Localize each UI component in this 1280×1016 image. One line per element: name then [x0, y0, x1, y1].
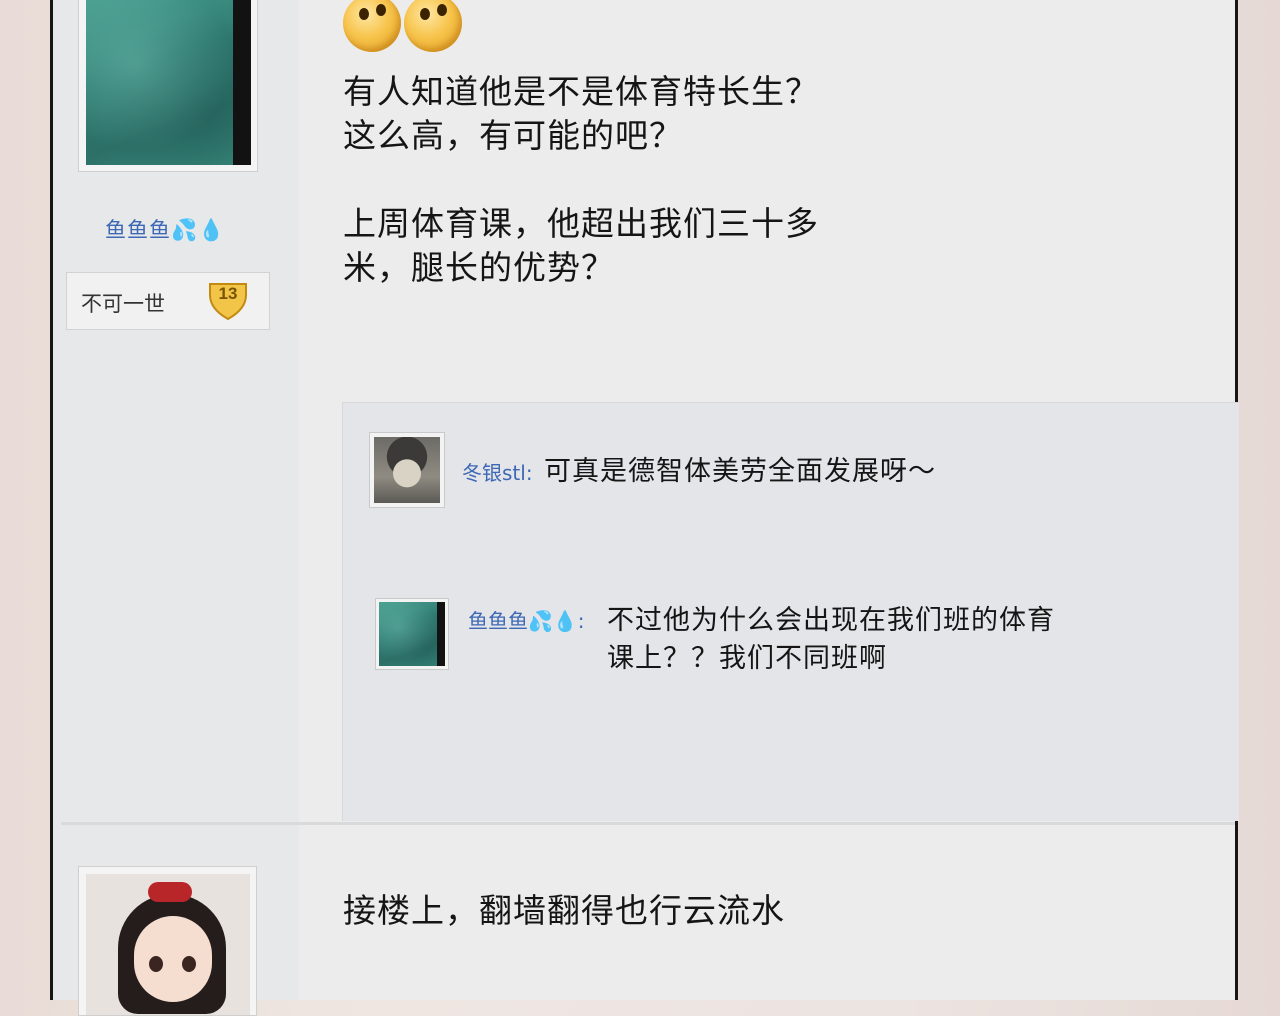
husky-avatar-image [374, 437, 440, 503]
comment-author[interactable]: 冬银stl: [462, 457, 533, 486]
author-avatar[interactable] [78, 866, 257, 1016]
author-username[interactable]: 鱼鱼鱼💦💧 [105, 214, 225, 244]
post-divider [61, 822, 1235, 825]
commenter-avatar[interactable] [369, 432, 445, 508]
snow-white-avatar-image [86, 874, 250, 1015]
comment-panel: 冬银stl: 可真是德智体美劳全面发展呀～ 鱼鱼鱼💦💧: 不过他为什么会出现在我… [342, 402, 1239, 821]
comment-text: 不过他为什么会出现在我们班的体育 课上？？我们不同班啊 [607, 605, 1055, 674]
comment-text: 可真是德智体美劳全面发展呀～ [544, 456, 936, 487]
avatar-image [379, 602, 445, 666]
level-number: 13 [218, 284, 238, 303]
author-rank-badge: 不可一世 13 [66, 272, 270, 330]
comment-author[interactable]: 鱼鱼鱼💦💧: [468, 605, 585, 634]
author-avatar[interactable] [78, 0, 258, 172]
rank-title: 不可一世 [81, 292, 165, 316]
commenter-avatar[interactable] [375, 598, 449, 670]
post-body: 有人知道他是不是体育特长生？ 这么高，有可能的吧？ 上周体育课，他超出我们三十多… [343, 72, 819, 287]
level-shield-icon: 13 [207, 281, 249, 321]
post-body: 接楼上，翻墙翻得也行云流水 [343, 891, 785, 930]
avatar-image [86, 0, 251, 165]
forum-thread: 鱼鱼鱼💦💧 不可一世 13 有人知道他是不是体育特长生？ 这么高，有可能的吧？ … [50, 0, 1239, 1016]
confused-face-icon [404, 0, 462, 52]
emoji-row [343, 0, 473, 52]
confused-face-icon [343, 0, 401, 52]
